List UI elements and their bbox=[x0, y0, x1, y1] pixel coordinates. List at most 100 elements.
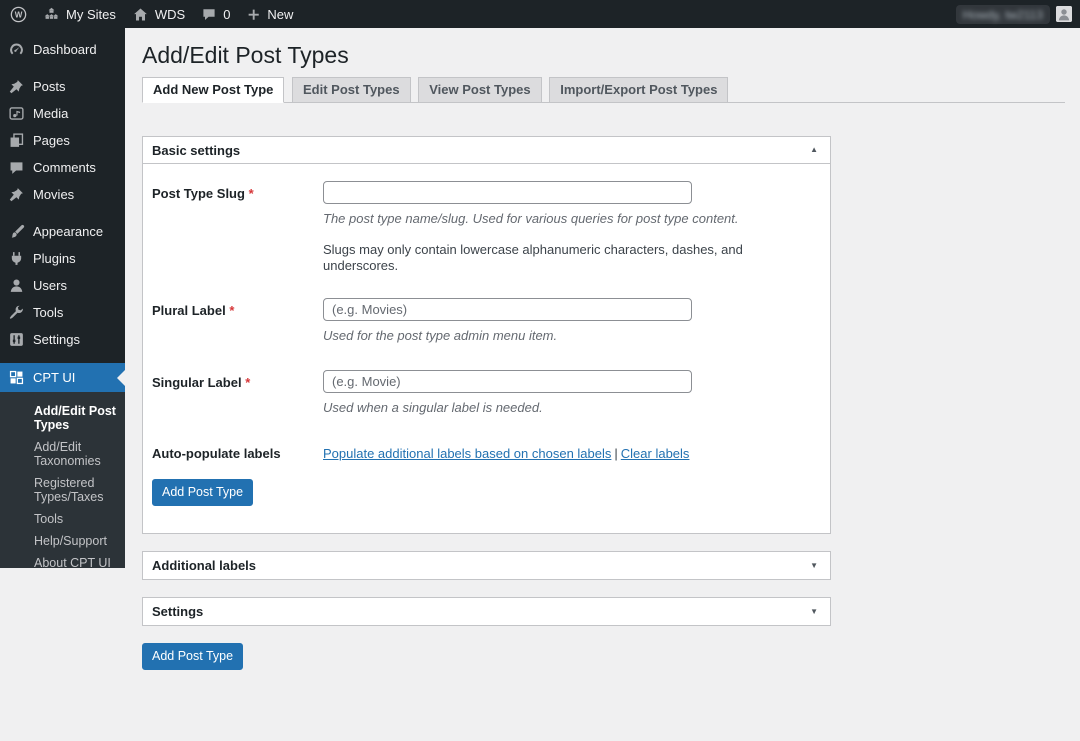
sidebar-item-appearance[interactable]: Appearance bbox=[0, 218, 125, 245]
my-sites-menu[interactable]: My Sites bbox=[43, 6, 116, 23]
plural-label-row: Plural Label * Used for the post type ad… bbox=[152, 298, 821, 344]
main-content: Add/Edit Post Types Add New Post Type Ed… bbox=[125, 28, 1080, 741]
plugin-icon bbox=[8, 250, 25, 267]
sidebar-item-label: CPT UI bbox=[33, 370, 75, 386]
sidebar-item-label: Settings bbox=[33, 332, 80, 348]
expand-panel-caret-icon[interactable] bbox=[810, 608, 818, 616]
singular-label-label: Singular Label bbox=[152, 375, 242, 390]
sidebar-item-label: Appearance bbox=[33, 224, 103, 240]
post-type-slug-label: Post Type Slug bbox=[152, 186, 245, 201]
settings-title: Settings bbox=[152, 604, 203, 619]
basic-settings-header[interactable]: Basic settings bbox=[143, 137, 830, 164]
submenu-help-support[interactable]: Help/Support bbox=[0, 530, 125, 552]
new-content-menu[interactable]: New bbox=[246, 7, 293, 22]
cptui-menu-block: CPT UI Add/Edit Post Types Add/Edit Taxo… bbox=[0, 363, 125, 568]
account-menu[interactable]: Howdy, tw2113 bbox=[956, 5, 1050, 24]
sidebar-item-pages[interactable]: Pages bbox=[0, 127, 125, 154]
sidebar-item-plugins[interactable]: Plugins bbox=[0, 245, 125, 272]
basic-settings-panel: Basic settings Post Type Slug * The post… bbox=[142, 136, 831, 534]
sidebar-item-settings[interactable]: Settings bbox=[0, 326, 125, 353]
sidebar-item-label: Movies bbox=[33, 187, 74, 203]
post-type-slug-description: The post type name/slug. Used for variou… bbox=[323, 211, 821, 227]
tab-bar: Add New Post Type Edit Post Types View P… bbox=[142, 77, 1065, 103]
cptui-submenu: Add/Edit Post Types Add/Edit Taxonomies … bbox=[0, 392, 125, 568]
pages-icon bbox=[8, 132, 25, 149]
sidebar-item-label: Users bbox=[33, 278, 67, 294]
basic-settings-title: Basic settings bbox=[152, 143, 240, 158]
plural-label-description: Used for the post type admin menu item. bbox=[323, 328, 821, 344]
howdy-text: Howdy, tw2113 bbox=[963, 8, 1043, 22]
tab-edit-post-types[interactable]: Edit Post Types bbox=[292, 77, 411, 103]
clear-labels-link[interactable]: Clear labels bbox=[621, 446, 690, 461]
sidebar-item-label: Pages bbox=[33, 133, 70, 149]
sidebar-item-label: Dashboard bbox=[33, 42, 97, 58]
forms-grid-icon bbox=[8, 369, 25, 386]
sidebar-item-posts[interactable]: Posts bbox=[0, 73, 125, 100]
dashboard-icon bbox=[8, 41, 25, 58]
post-type-slug-input[interactable] bbox=[323, 181, 692, 204]
additional-labels-title: Additional labels bbox=[152, 558, 256, 573]
auto-populate-row: Auto-populate labels Populate additional… bbox=[152, 446, 821, 461]
plural-label-input[interactable] bbox=[323, 298, 692, 321]
submenu-registered-types-taxes[interactable]: Registered Types/Taxes bbox=[0, 472, 125, 508]
plus-icon bbox=[246, 7, 261, 22]
comment-bubble-icon bbox=[201, 6, 217, 22]
sidebar-item-comments[interactable]: Comments bbox=[0, 154, 125, 181]
add-post-type-button[interactable]: Add Post Type bbox=[152, 479, 253, 506]
pushpin-icon bbox=[8, 186, 25, 203]
site-menu[interactable]: WDS bbox=[132, 6, 185, 23]
sidebar-item-label: Posts bbox=[33, 79, 66, 95]
plural-label-label: Plural Label bbox=[152, 303, 226, 318]
sidebar-item-label: Media bbox=[33, 106, 68, 122]
additional-labels-panel: Additional labels bbox=[142, 551, 831, 580]
brush-icon bbox=[8, 223, 25, 240]
submenu-add-edit-post-types[interactable]: Add/Edit Post Types bbox=[0, 400, 125, 436]
expand-panel-caret-icon[interactable] bbox=[810, 562, 818, 570]
my-sites-icon bbox=[43, 6, 60, 23]
submenu-about-cpt-ui[interactable]: About CPT UI bbox=[0, 552, 125, 568]
sidebar-item-label: Comments bbox=[33, 160, 96, 176]
link-separator: | bbox=[614, 446, 617, 461]
sliders-icon bbox=[8, 331, 25, 348]
comment-count: 0 bbox=[223, 7, 230, 22]
sidebar-item-tools[interactable]: Tools bbox=[0, 299, 125, 326]
settings-header[interactable]: Settings bbox=[143, 598, 830, 625]
add-post-type-button-footer[interactable]: Add Post Type bbox=[142, 643, 243, 670]
pushpin-icon bbox=[8, 78, 25, 95]
sidebar-item-dashboard[interactable]: Dashboard bbox=[0, 36, 125, 63]
singular-label-row: Singular Label * Used when a singular la… bbox=[152, 370, 821, 416]
additional-labels-header[interactable]: Additional labels bbox=[143, 552, 830, 579]
my-sites-label: My Sites bbox=[66, 7, 116, 22]
singular-label-input[interactable] bbox=[323, 370, 692, 393]
required-asterisk: * bbox=[249, 186, 254, 201]
avatar[interactable] bbox=[1056, 6, 1072, 22]
home-icon bbox=[132, 6, 149, 23]
tab-add-new-post-type[interactable]: Add New Post Type bbox=[142, 77, 284, 103]
submenu-tools[interactable]: Tools bbox=[0, 508, 125, 530]
comment-icon bbox=[8, 159, 25, 176]
sidebar-item-media[interactable]: Media bbox=[0, 100, 125, 127]
wordpress-logo-icon[interactable]: W bbox=[10, 6, 27, 23]
slug-note: Slugs may only contain lowercase alphanu… bbox=[323, 242, 821, 274]
tab-view-post-types[interactable]: View Post Types bbox=[418, 77, 541, 103]
sidebar-item-movies[interactable]: Movies bbox=[0, 181, 125, 208]
settings-panel: Settings bbox=[142, 597, 831, 626]
wrench-icon bbox=[8, 304, 25, 321]
new-label: New bbox=[267, 7, 293, 22]
admin-bar: W My Sites WDS bbox=[0, 0, 1080, 28]
auto-populate-label: Auto-populate labels bbox=[152, 446, 323, 461]
sidebar-item-cpt-ui[interactable]: CPT UI bbox=[0, 363, 125, 392]
post-type-slug-row: Post Type Slug * The post type name/slug… bbox=[152, 181, 821, 274]
svg-text:W: W bbox=[15, 10, 23, 19]
collapse-panel-caret-icon[interactable] bbox=[810, 146, 818, 154]
comments-menu[interactable]: 0 bbox=[201, 6, 230, 22]
page-title: Add/Edit Post Types bbox=[142, 28, 1080, 70]
sidebar-item-users[interactable]: Users bbox=[0, 272, 125, 299]
required-asterisk: * bbox=[229, 303, 234, 318]
sidebar-item-label: Tools bbox=[33, 305, 63, 321]
submenu-add-edit-taxonomies[interactable]: Add/Edit Taxonomies bbox=[0, 436, 125, 472]
tab-import-export-post-types[interactable]: Import/Export Post Types bbox=[549, 77, 728, 103]
required-asterisk: * bbox=[245, 375, 250, 390]
singular-label-description: Used when a singular label is needed. bbox=[323, 400, 821, 416]
populate-labels-link[interactable]: Populate additional labels based on chos… bbox=[323, 446, 611, 461]
